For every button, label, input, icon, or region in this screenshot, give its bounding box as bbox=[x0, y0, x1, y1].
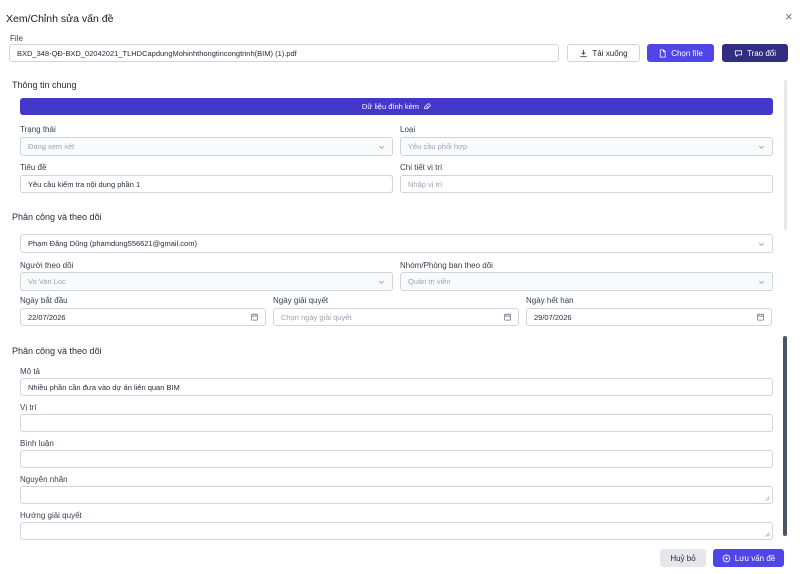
calendar-icon bbox=[503, 313, 512, 321]
attachments-label: Dữ liệu đính kèm bbox=[361, 102, 420, 111]
file-name-field: BXD_348-QĐ-BXD_02042021_TLHDCapdungMohin… bbox=[9, 44, 559, 62]
download-button[interactable]: Tải xuống bbox=[567, 44, 640, 62]
solution-textarea[interactable] bbox=[20, 522, 773, 540]
status-select[interactable]: Đang xem xét bbox=[20, 137, 393, 156]
due-date-input[interactable]: 29/07/2026 bbox=[526, 308, 772, 326]
watcher-select[interactable]: Vo Van Loc bbox=[20, 272, 393, 291]
choose-file-label: Chọn file bbox=[671, 48, 703, 58]
calendar-icon bbox=[756, 313, 765, 321]
file-icon bbox=[660, 48, 666, 58]
scrollbar-thumb[interactable] bbox=[783, 336, 787, 536]
watcher-value: Vo Van Loc bbox=[28, 277, 66, 286]
general-heading: Thông tin chung bbox=[12, 80, 77, 90]
chat-icon bbox=[734, 49, 743, 57]
solution-label: Hướng giải quyết bbox=[20, 511, 82, 520]
type-value: Yêu cầu phối hợp bbox=[408, 142, 468, 151]
status-value: Đang xem xét bbox=[28, 142, 75, 151]
resize-handle-icon[interactable] bbox=[764, 495, 770, 501]
watcher-label: Người theo dõi bbox=[20, 261, 74, 270]
plus-circle-icon bbox=[722, 554, 731, 562]
calendar-icon bbox=[250, 313, 259, 321]
assignee-select[interactable]: Phạm Đăng Dũng (phamdung556621@gmail.com… bbox=[20, 234, 773, 253]
type-label: Loại bbox=[400, 125, 416, 134]
status-label: Trạng thái bbox=[20, 125, 56, 134]
chevron-down-icon bbox=[378, 145, 385, 149]
choose-file-button[interactable]: Chọn file bbox=[647, 44, 714, 62]
cause-label: Nguyên nhân bbox=[20, 475, 68, 484]
start-date-input[interactable]: 22/07/2026 bbox=[20, 308, 266, 326]
resolve-date-input[interactable]: Chọn ngày giải quyết bbox=[273, 308, 519, 326]
file-name-text: BXD_348-QĐ-BXD_02042021_TLHDCapdungMohin… bbox=[17, 48, 297, 58]
assignment-heading: Phân công và theo dõi bbox=[12, 212, 102, 222]
download-button-label: Tải xuống bbox=[592, 48, 628, 58]
resolve-date-label: Ngày giải quyết bbox=[273, 296, 329, 305]
comment-label: Bình luận bbox=[20, 439, 54, 448]
start-date-value: 22/07/2026 bbox=[28, 312, 66, 322]
group-select[interactable]: Quản trị viên bbox=[400, 272, 773, 291]
group-label: Nhóm/Phòng ban theo dõi bbox=[400, 261, 493, 270]
cause-textarea[interactable] bbox=[20, 486, 773, 504]
assignee-value: Phạm Đăng Dũng (phamdung556621@gmail.com… bbox=[28, 239, 197, 248]
paperclip-icon bbox=[424, 102, 431, 109]
start-date-label: Ngày bắt đầu bbox=[20, 296, 68, 305]
position-input[interactable] bbox=[20, 414, 773, 432]
due-date-value: 29/07/2026 bbox=[534, 312, 572, 322]
file-label: File bbox=[10, 34, 23, 43]
cancel-button[interactable]: Huỷ bỏ bbox=[660, 549, 706, 567]
group-value: Quản trị viên bbox=[408, 277, 451, 286]
description-input[interactable]: Nhiều phần cần đưa vào dự án liên quan B… bbox=[20, 378, 773, 396]
download-icon bbox=[580, 49, 588, 57]
comment-input[interactable] bbox=[20, 450, 773, 468]
subject-input[interactable]: Yêu cầu kiểm tra nội dung phần 1 bbox=[20, 175, 393, 193]
type-select[interactable]: Yêu cầu phối hợp bbox=[400, 137, 773, 156]
discuss-button-label: Trao đổi bbox=[746, 48, 777, 58]
description-label: Mô tả bbox=[20, 367, 41, 376]
resolve-date-placeholder: Chọn ngày giải quyết bbox=[281, 312, 352, 322]
attachments-button[interactable]: Dữ liệu đính kèm bbox=[20, 98, 773, 115]
resize-handle-icon[interactable] bbox=[764, 531, 770, 537]
dialog-title: Xem/Chỉnh sửa vấn đề bbox=[6, 13, 114, 25]
details-heading: Phân công và theo dõi bbox=[12, 346, 102, 356]
chevron-down-icon bbox=[378, 280, 385, 284]
save-issue-button[interactable]: Lưu vấn đề bbox=[713, 549, 784, 567]
subject-label: Tiêu đề bbox=[20, 163, 47, 172]
discuss-button[interactable]: Trao đổi bbox=[722, 44, 788, 62]
chevron-down-icon bbox=[758, 145, 765, 149]
description-value: Nhiều phần cần đưa vào dự án liên quan B… bbox=[28, 382, 180, 392]
due-date-label: Ngày hết hạn bbox=[526, 296, 574, 305]
save-issue-label: Lưu vấn đề bbox=[734, 553, 776, 563]
location-detail-input[interactable]: Nhập vị trí bbox=[400, 175, 773, 193]
close-icon[interactable]: × bbox=[785, 9, 793, 24]
chevron-down-icon bbox=[758, 242, 765, 246]
cancel-button-label: Huỷ bỏ bbox=[670, 553, 696, 563]
location-detail-label: Chi tiết vị trí bbox=[400, 163, 443, 172]
position-label: Vị trí bbox=[20, 403, 37, 412]
location-detail-placeholder: Nhập vị trí bbox=[408, 179, 443, 189]
chevron-down-icon bbox=[758, 280, 765, 284]
scrollbar-track[interactable] bbox=[784, 80, 787, 230]
subject-value: Yêu cầu kiểm tra nội dung phần 1 bbox=[28, 179, 141, 189]
